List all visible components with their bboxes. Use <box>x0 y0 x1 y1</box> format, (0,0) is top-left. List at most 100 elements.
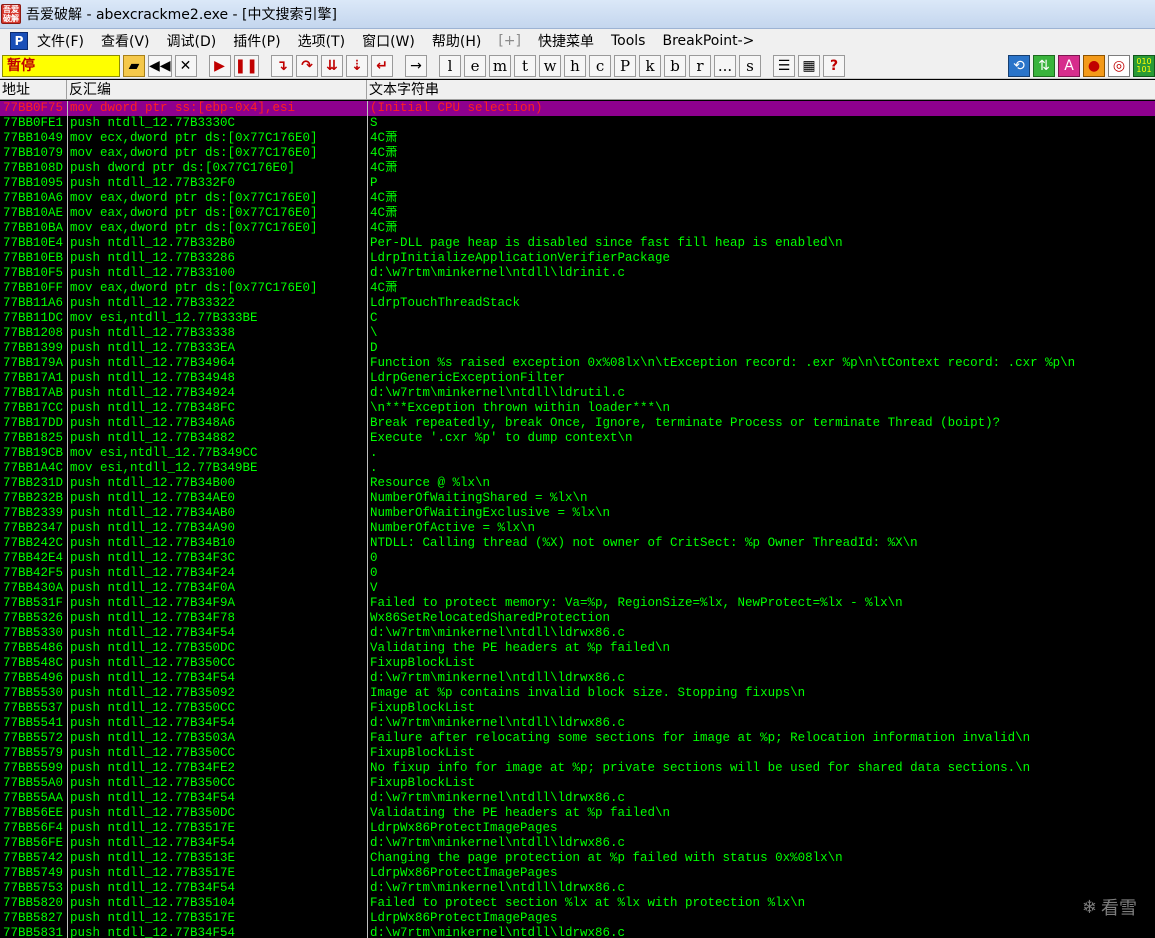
patches-window-button[interactable]: P <box>614 54 637 77</box>
menu-help[interactable]: 帮助(H) <box>432 31 481 51</box>
table-row[interactable]: 77BB42E4 push ntdll_12.77B34F3C 0 <box>0 551 1155 566</box>
table-row[interactable]: 77BB5572 push ntdll_12.77B3503A Failure af… <box>0 731 1155 746</box>
table-row[interactable]: 77BB17CC push ntdll_12.77B348FC \n***Excep… <box>0 401 1155 416</box>
table-row[interactable]: 77BB1A4C mov esi,ntdll_12.77B349BE. <box>0 461 1155 476</box>
target-icon[interactable]: ◎ <box>1108 54 1130 77</box>
table-row[interactable]: 77BB548C push ntdll_12.77B350CC FixupBlock… <box>0 656 1155 671</box>
handles-window-button[interactable]: h <box>564 54 587 77</box>
call-stack-window-button[interactable]: k <box>639 54 662 77</box>
menu-window[interactable]: 窗口(W) <box>362 31 415 51</box>
sort-icon[interactable]: ⇅ <box>1033 54 1055 77</box>
table-row[interactable]: 77BB1825 push ntdll_12.77B34882 Execute '.… <box>0 431 1155 446</box>
table-row[interactable]: 77BB10EB push ntdll_12.77B33286 LdrpInitia… <box>0 251 1155 266</box>
menu-options[interactable]: 选项(T) <box>298 31 345 51</box>
table-row[interactable]: 77BB55AA push ntdll_12.77B34F54 d:\w7rtm\m… <box>0 791 1155 806</box>
table-row[interactable]: 77BB10BA mov eax,dword ptr ds:[0x77C176E0… <box>0 221 1155 236</box>
restart-icon[interactable]: ◀◀ <box>148 54 172 77</box>
table-row[interactable]: 77BB17AB push ntdll_12.77B34924 d:\w7rtm\m… <box>0 386 1155 401</box>
menu-tools[interactable]: Tools <box>611 33 646 49</box>
table-row[interactable]: 77BB17DD push ntdll_12.77B348A6 Break repe… <box>0 416 1155 431</box>
table-row[interactable]: 77BB5579 push ntdll_12.77B350CC FixupBlock… <box>0 746 1155 761</box>
table-row[interactable]: 77BB5486 push ntdll_12.77B350DC Validating… <box>0 641 1155 656</box>
help-icon[interactable]: ? <box>823 54 846 77</box>
table-row[interactable]: 77BB5753 push ntdll_12.77B34F54 d:\w7rtm\m… <box>0 881 1155 896</box>
table-row[interactable]: 77BB56FE push ntdll_12.77B34F54 d:\w7rtm\m… <box>0 836 1155 851</box>
table-row[interactable]: 77BB5831 push ntdll_12.77B34F54 d:\w7rtm\m… <box>0 926 1155 938</box>
menu-add[interactable]: [+] <box>498 33 521 49</box>
step-into-icon[interactable]: ↴ <box>271 54 294 77</box>
pause-icon[interactable]: ❚❚ <box>233 54 260 77</box>
table-row[interactable]: 77BB5742 push ntdll_12.77B3513E Changing t… <box>0 851 1155 866</box>
table-row[interactable]: 77BB5599 push ntdll_12.77B34FE2 No fixup i… <box>0 761 1155 776</box>
table-row[interactable]: 77BB2347 push ntdll_12.77B34A90 NumberOfA… <box>0 521 1155 536</box>
trace-over-icon[interactable]: ⇣ <box>346 54 369 77</box>
table-row[interactable]: 77BB1399 push ntdll_12.77B333EA D <box>0 341 1155 356</box>
table-row[interactable]: 77BB5496 push ntdll_12.77B34F54 d:\w7rtm\m… <box>0 671 1155 686</box>
table-row[interactable]: 77BB1049 mov ecx,dword ptr ds:[0x77C176E0… <box>0 131 1155 146</box>
source-window-button[interactable]: s <box>739 54 762 77</box>
table-row[interactable]: 77BB10FF mov eax,dword ptr ds:[0x77C176E0… <box>0 281 1155 296</box>
table-row[interactable]: 77BB0F75 mov dword ptr ss:[ebp-0x4],esi (I… <box>0 101 1155 116</box>
table-row[interactable]: 77BB0FE1 push ntdll_12.77B3330C S <box>0 116 1155 131</box>
table-row[interactable]: 77BB10A6 mov eax,dword ptr ds:[0x77C176E0… <box>0 191 1155 206</box>
column-address[interactable]: 地址 <box>0 80 67 100</box>
table-row[interactable]: 77BB430A push ntdll_12.77B34F0A V <box>0 581 1155 596</box>
table-row[interactable]: 77BB17A1 push ntdll_12.77B34948 LdrpGeneri… <box>0 371 1155 386</box>
table-row[interactable]: 77BB10E4 push ntdll_12.77B332B0 Per-DLL pa… <box>0 236 1155 251</box>
table-row[interactable]: 77BB231D push ntdll_12.77B34B00 Resource @… <box>0 476 1155 491</box>
table-row[interactable]: 77BB42F5 push ntdll_12.77B34F24 0 <box>0 566 1155 581</box>
table-row[interactable]: 77BB11A6 push ntdll_12.77B33322 LdrpTouchT… <box>0 296 1155 311</box>
menu-view[interactable]: 查看(V) <box>101 31 150 51</box>
threads-window-button[interactable]: t <box>514 54 537 77</box>
open-file-icon[interactable]: ▰ <box>123 54 145 77</box>
menu-plugins[interactable]: 插件(P) <box>233 31 280 51</box>
table-row[interactable]: 77BB19CB mov esi,ntdll_12.77B349CC. <box>0 446 1155 461</box>
references-window-button[interactable]: r <box>689 54 712 77</box>
table-row[interactable]: 77BB2339 push ntdll_12.77B34AB0 NumberOfW… <box>0 506 1155 521</box>
log-window-button[interactable]: l <box>439 54 462 77</box>
table-row[interactable]: 77BB179A push ntdll_12.77B34964 Function %… <box>0 356 1155 371</box>
menu-debug[interactable]: 调试(D) <box>167 31 217 51</box>
run-trace-window-button[interactable]: ... <box>714 54 737 77</box>
table-row[interactable]: 77BB5330 push ntdll_12.77B34F54 d:\w7rtm\m… <box>0 626 1155 641</box>
column-text-strings[interactable]: 文本字符串 <box>367 80 1155 100</box>
trace-into-icon[interactable]: ⇊ <box>321 54 344 77</box>
close-icon[interactable]: ✕ <box>174 54 197 77</box>
table-row[interactable]: 77BB56F4 push ntdll_12.77B3517E LdrpWx86Pr… <box>0 821 1155 836</box>
table-row[interactable]: 77BB5326 push ntdll_12.77B34F78 Wx86SetRel… <box>0 611 1155 626</box>
table-row[interactable]: 77BB1079 mov eax,dword ptr ds:[0x77C176E0… <box>0 146 1155 161</box>
column-disassembly[interactable]: 反汇编 <box>67 80 367 100</box>
table-row[interactable]: 77BB242C push ntdll_12.77B34B10 NTDLL: Cal… <box>0 536 1155 551</box>
table-row[interactable]: 77BB10F5 push ntdll_12.77B33100 d:\w7rtm\m… <box>0 266 1155 281</box>
binary-icon[interactable]: 010 101 <box>1133 54 1155 77</box>
table-row[interactable]: 77BB5537 push ntdll_12.77B350CC FixupBlock… <box>0 701 1155 716</box>
table-row[interactable]: 77BB55A0 push ntdll_12.77B350CC FixupBlock… <box>0 776 1155 791</box>
grid-icon[interactable]: ▦ <box>798 54 821 77</box>
table-row[interactable]: 77BB108D push dword ptr ds:[0x77C176E0] 4C… <box>0 161 1155 176</box>
memory-window-button[interactable]: m <box>489 54 512 77</box>
ascii-icon[interactable]: A <box>1058 54 1080 77</box>
table-row[interactable]: 77BB5820 push ntdll_12.77B35104 Failed to … <box>0 896 1155 911</box>
table-row[interactable]: 77BB10AE mov eax,dword ptr ds:[0x77C176E0… <box>0 206 1155 221</box>
plugin-p-icon[interactable]: P <box>10 32 28 50</box>
list-icon[interactable]: ☰ <box>773 54 796 77</box>
menu-shortcuts[interactable]: 快捷菜单 <box>538 31 594 51</box>
refresh-icon[interactable]: ⟲ <box>1008 54 1030 77</box>
windows-window-button[interactable]: w <box>539 54 562 77</box>
record-icon[interactable]: ● <box>1083 54 1105 77</box>
table-row[interactable]: 77BB1208 push ntdll_12.77B33338 \ <box>0 326 1155 341</box>
table-row[interactable]: 77BB531F push ntdll_12.77B34F9A Failed to … <box>0 596 1155 611</box>
table-row[interactable]: 77BB56EE push ntdll_12.77B350DC Validating… <box>0 806 1155 821</box>
goto-icon[interactable]: → <box>405 54 428 77</box>
table-row[interactable]: 77BB232B push ntdll_12.77B34AE0 NumberOfW… <box>0 491 1155 506</box>
menu-breakpoint[interactable]: BreakPoint-> <box>662 33 754 49</box>
cpu-window-button[interactable]: c <box>589 54 612 77</box>
breakpoints-window-button[interactable]: b <box>664 54 687 77</box>
run-icon[interactable]: ▶ <box>208 54 231 77</box>
step-over-icon[interactable]: ↷ <box>296 54 319 77</box>
table-row[interactable]: 77BB5827 push ntdll_12.77B3517E LdrpWx86Pr… <box>0 911 1155 926</box>
execute-till-return-icon[interactable]: ↵ <box>371 54 394 77</box>
table-row[interactable]: 77BB5541 push ntdll_12.77B34F54 d:\w7rtm\m… <box>0 716 1155 731</box>
menu-file[interactable]: 文件(F) <box>37 31 84 51</box>
table-row[interactable]: 77BB5749 push ntdll_12.77B3517E LdrpWx86Pr… <box>0 866 1155 881</box>
